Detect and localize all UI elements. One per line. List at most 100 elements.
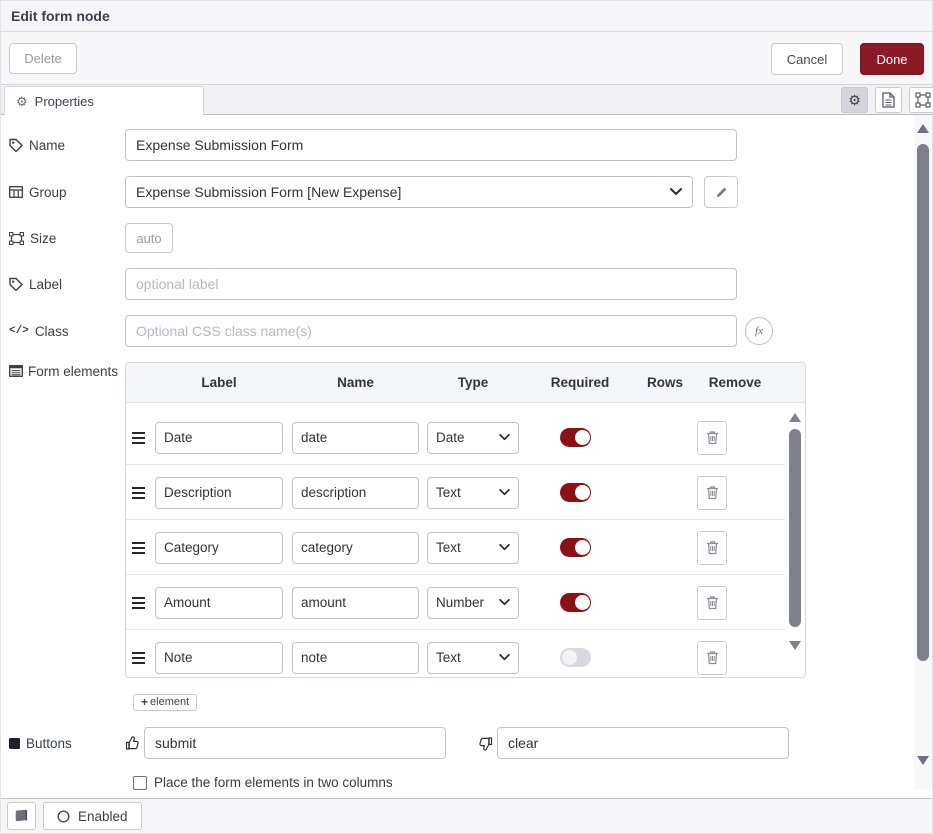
class-row: </> Class fx — [9, 315, 932, 347]
table-row: Text — [126, 630, 805, 677]
fx-icon: fx — [755, 325, 763, 337]
delete-button[interactable]: Delete — [9, 43, 77, 74]
submit-button-input[interactable] — [144, 727, 446, 759]
col-header-name: Name — [283, 375, 419, 390]
chevron-down-icon — [670, 188, 682, 196]
required-toggle[interactable] — [560, 483, 591, 502]
cancel-button[interactable]: Cancel — [771, 43, 843, 75]
tag-icon — [9, 277, 23, 291]
two-columns-checkbox[interactable] — [133, 776, 147, 790]
enabled-toggle-button[interactable]: Enabled — [43, 802, 142, 830]
add-element-button[interactable]: +element — [133, 694, 197, 711]
trash-icon — [706, 540, 719, 555]
element-name-input[interactable] — [292, 422, 419, 454]
table-icon — [9, 186, 23, 198]
appearance-icon-button[interactable] — [909, 87, 933, 113]
tag-icon — [9, 138, 23, 152]
element-label-input[interactable] — [155, 477, 283, 509]
panel-scrollbar[interactable] — [914, 115, 932, 789]
help-button[interactable] — [7, 802, 36, 830]
table-row: Text — [126, 465, 805, 520]
col-header-label: Label — [126, 375, 283, 390]
col-header-rows: Rows — [641, 375, 689, 390]
scrollbar-thumb[interactable] — [789, 429, 801, 627]
chevron-down-icon — [499, 654, 510, 661]
drag-handle-icon[interactable] — [132, 652, 145, 664]
element-name-input[interactable] — [292, 642, 419, 674]
chevron-down-icon — [499, 489, 510, 496]
edit-group-button[interactable] — [704, 176, 738, 208]
clear-button-input[interactable] — [497, 727, 789, 759]
col-header-remove: Remove — [689, 375, 781, 390]
resize-frame-icon — [9, 232, 24, 245]
element-label-input[interactable] — [155, 642, 283, 674]
pencil-icon — [715, 186, 728, 199]
table-scrollbar[interactable] — [788, 413, 802, 677]
drag-handle-icon[interactable] — [132, 487, 145, 499]
element-label-input[interactable] — [155, 587, 283, 619]
properties-panel: Name Group Expense Submission Form [New … — [1, 115, 932, 798]
element-type-select[interactable]: Text — [427, 642, 519, 674]
scroll-up-icon[interactable] — [789, 413, 801, 422]
done-button[interactable]: Done — [860, 43, 924, 75]
dialog-footer: Enabled — [1, 798, 932, 833]
gear-icon: ⚙ — [848, 92, 861, 109]
col-header-required: Required — [519, 375, 641, 390]
required-toggle[interactable] — [560, 538, 591, 557]
buttons-row: Buttons — [9, 727, 932, 759]
element-label-input[interactable] — [155, 532, 283, 564]
label-input[interactable] — [125, 268, 737, 300]
drag-handle-icon[interactable] — [132, 432, 145, 444]
thumbs-up-icon — [125, 736, 140, 751]
element-type-select[interactable]: Text — [427, 532, 519, 564]
enabled-label: Enabled — [78, 809, 128, 824]
properties-icon-button[interactable]: ⚙ — [841, 87, 868, 113]
table-header: Label Name Type Required Rows Remove — [126, 363, 805, 403]
element-type-select[interactable]: Date — [427, 422, 519, 454]
tab-bar: ⚙ Properties ⚙ — [1, 85, 932, 115]
scroll-up-icon[interactable] — [917, 124, 929, 133]
remove-element-button[interactable] — [697, 531, 727, 565]
element-label-input[interactable] — [155, 422, 283, 454]
label-label: Label — [9, 277, 125, 292]
element-name-input[interactable] — [292, 532, 419, 564]
scrollbar-thumb[interactable] — [917, 144, 929, 661]
form-elements-label: Form elements — [9, 362, 125, 383]
required-toggle[interactable] — [560, 593, 591, 612]
form-elements-row: Form elements Label Name Type Required R… — [9, 362, 932, 678]
thumbs-down-icon — [478, 736, 493, 751]
edit-form-node-dialog: Edit form node Delete Cancel Done ⚙ Prop… — [0, 0, 933, 834]
table-row: Number — [126, 575, 805, 630]
trash-icon — [706, 485, 719, 500]
remove-element-button[interactable] — [697, 476, 727, 510]
drag-handle-icon[interactable] — [132, 597, 145, 609]
element-type-select[interactable]: Text — [427, 477, 519, 509]
trash-icon — [706, 595, 719, 610]
size-row: Size auto — [9, 223, 932, 253]
remove-element-button[interactable] — [697, 641, 727, 675]
scroll-down-icon[interactable] — [917, 756, 929, 765]
description-icon-button[interactable] — [875, 87, 902, 113]
tab-properties[interactable]: ⚙ Properties — [4, 86, 204, 116]
group-label: Group — [9, 185, 125, 200]
required-toggle[interactable] — [560, 428, 591, 447]
table-body: Date Text — [126, 403, 805, 677]
two-columns-option: Place the form elements in two columns — [133, 775, 932, 790]
required-toggle[interactable] — [560, 648, 591, 667]
name-input[interactable] — [125, 129, 737, 161]
element-name-input[interactable] — [292, 477, 419, 509]
chevron-down-icon — [499, 599, 510, 606]
dynamic-class-button[interactable]: fx — [745, 317, 773, 345]
class-input[interactable] — [125, 315, 737, 347]
remove-element-button[interactable] — [697, 586, 727, 620]
drag-handle-icon[interactable] — [132, 542, 145, 554]
remove-element-button[interactable] — [697, 421, 727, 455]
trash-icon — [706, 650, 719, 665]
table-row: Date — [126, 410, 805, 465]
trash-icon — [706, 430, 719, 445]
element-type-select[interactable]: Number — [427, 587, 519, 619]
element-name-input[interactable] — [292, 587, 419, 619]
size-auto-button[interactable]: auto — [125, 223, 173, 253]
scroll-down-icon[interactable] — [789, 641, 801, 650]
group-select[interactable]: Expense Submission Form [New Expense] — [125, 176, 693, 208]
